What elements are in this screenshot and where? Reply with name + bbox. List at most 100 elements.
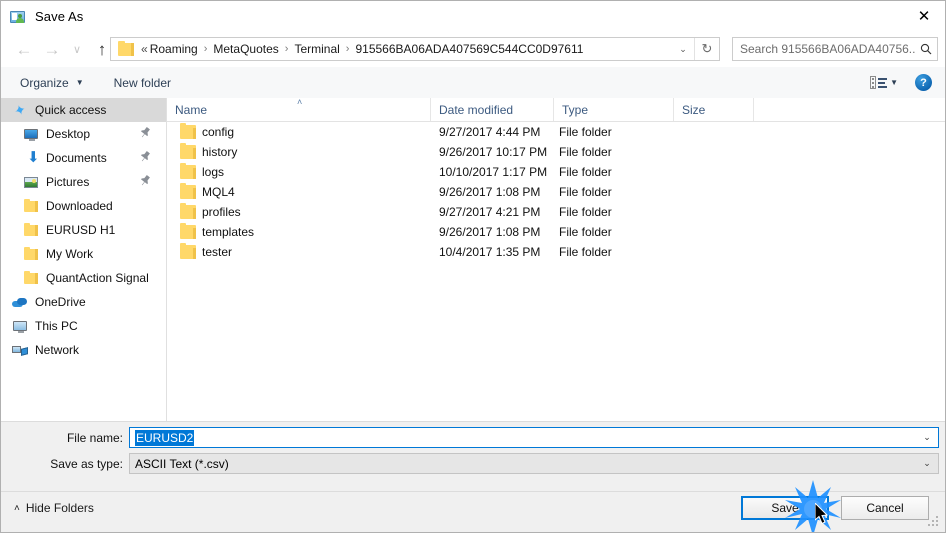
pin-icon[interactable] — [137, 174, 153, 191]
table-row[interactable]: templates 9/26/2017 1:08 PM File folder — [167, 222, 945, 242]
address-dropdown-button[interactable]: ⌄ — [672, 38, 694, 60]
breadcrumb-item-terminal[interactable]: Terminal — [294, 42, 339, 56]
sidebar-item-quantaction-signal[interactable]: QuantAction Signal — [1, 266, 166, 290]
chevron-down-icon[interactable]: ⌄ — [916, 432, 938, 443]
organize-menu-button[interactable]: Organize ▼ — [12, 72, 92, 94]
change-view-icon[interactable] — [870, 76, 888, 89]
desktop-icon — [24, 129, 38, 141]
search-input[interactable]: Search 915566BA06ADA40756... — [740, 42, 915, 56]
sidebar-list: ✦ Quick access Desktop ⬇ Documents Pictures Do… — [1, 98, 166, 362]
sidebar-item-documents[interactable]: ⬇ Documents — [1, 146, 166, 170]
file-name-input[interactable]: EURUSD2 — [135, 429, 195, 446]
table-row[interactable]: tester 10/4/2017 1:35 PM File folder — [167, 242, 945, 262]
chevron-up-icon: ˄ — [14, 502, 20, 514]
address-bar[interactable]: « Roaming › MetaQuotes › Terminal › 9155… — [110, 37, 720, 61]
view-options-chevron-icon[interactable]: ▼ — [890, 78, 898, 87]
breadcrumb-overflow-icon[interactable]: « — [134, 42, 150, 56]
breadcrumb-separator-icon: › — [345, 43, 350, 55]
folder-icon — [180, 163, 196, 179]
sidebar-item-onedrive[interactable]: OneDrive — [1, 290, 166, 314]
breadcrumb-item-roaming[interactable]: Roaming — [150, 42, 198, 56]
close-button[interactable]: ✕ — [901, 1, 945, 31]
window-title: Save As — [35, 9, 84, 24]
sort-ascending-icon: ˄ — [297, 98, 303, 107]
table-row[interactable]: profiles 9/27/2017 4:21 PM File folder — [167, 202, 945, 222]
help-icon: ? — [920, 76, 927, 89]
breadcrumb-item-instance-id[interactable]: 915566BA06ADA407569C544CC0D97611 — [355, 42, 583, 56]
save-as-dialog: Save As ✕ ← → ∨ ↑ « Roaming › MetaQuotes… — [0, 0, 946, 533]
forward-arrow-icon: → — [43, 39, 61, 59]
folder-icon — [180, 243, 196, 259]
save-button[interactable]: Save — [741, 496, 829, 520]
breadcrumb-item-metaquotes[interactable]: MetaQuotes — [213, 42, 278, 56]
column-header-name[interactable]: Name ˄ — [167, 98, 431, 121]
pin-icon[interactable] — [137, 150, 153, 167]
this-pc-icon — [12, 318, 28, 334]
this-pc-icon — [13, 321, 27, 333]
navigation-pane: ✦ Quick access Desktop ⬇ Documents Pictures Do… — [1, 98, 167, 421]
refresh-button[interactable]: ↻ — [694, 38, 719, 60]
forward-button[interactable]: → — [38, 37, 66, 63]
pictures-icon — [23, 174, 39, 190]
chevron-down-icon[interactable]: ⌄ — [916, 458, 938, 469]
date-modified-cell: 10/4/2017 1:35 PM — [439, 245, 541, 259]
type-cell: File folder — [559, 225, 612, 239]
cancel-button[interactable]: Cancel — [841, 496, 929, 520]
table-row[interactable]: config 9/27/2017 4:44 PM File folder — [167, 122, 945, 142]
date-modified-cell: 9/26/2017 1:08 PM — [439, 225, 541, 239]
resize-grip[interactable] — [928, 516, 941, 529]
sidebar-item-desktop[interactable]: Desktop — [1, 122, 166, 146]
recent-locations-button[interactable]: ∨ — [66, 37, 88, 63]
sidebar-item-pictures[interactable]: Pictures — [1, 170, 166, 194]
date-modified-cell: 9/27/2017 4:21 PM — [439, 205, 541, 219]
hide-folders-button[interactable]: ˄ Hide Folders — [14, 501, 94, 515]
back-button[interactable]: ← — [10, 37, 38, 63]
sidebar-item-label: My Work — [46, 247, 94, 261]
file-name-field[interactable]: EURUSD2 ⌄ — [129, 427, 939, 448]
column-headers: Name ˄ Date modified Type Size — [167, 98, 945, 122]
folder-icon — [24, 271, 38, 284]
sidebar-item-label: This PC — [35, 319, 78, 333]
folder-icon — [180, 143, 196, 159]
search-icon — [915, 43, 937, 55]
sidebar-item-label: Network — [35, 343, 80, 357]
back-arrow-icon: ← — [15, 39, 33, 59]
sidebar-item-eurusd-h1[interactable]: EURUSD H1 — [1, 218, 166, 242]
sidebar-item-this-pc[interactable]: This PC — [1, 314, 166, 338]
date-modified-cell: 9/26/2017 1:08 PM — [439, 185, 541, 199]
save-as-type-select[interactable]: ASCII Text (*.csv) ⌄ — [129, 453, 939, 474]
column-header-date-modified[interactable]: Date modified — [431, 98, 554, 121]
sidebar-item-downloaded[interactable]: Downloaded — [1, 194, 166, 218]
sidebar-item-network[interactable]: Network — [1, 338, 166, 362]
new-folder-button[interactable]: New folder — [106, 72, 179, 94]
column-header-type[interactable]: Type — [554, 98, 674, 121]
pin-icon[interactable] — [137, 126, 153, 143]
file-name-cell: history — [202, 145, 238, 159]
network-icon — [12, 342, 28, 358]
desktop-icon — [23, 126, 39, 142]
type-cell: File folder — [559, 145, 612, 159]
sidebar-item-my-work[interactable]: My Work — [1, 242, 166, 266]
breadcrumb-separator-icon: › — [284, 43, 289, 55]
table-row[interactable]: logs 10/10/2017 1:17 PM File folder — [167, 162, 945, 182]
folder-icon — [180, 223, 196, 239]
star-icon: ✦ — [12, 101, 28, 120]
folder-icon — [23, 222, 39, 238]
onedrive-icon — [12, 294, 28, 310]
column-header-type-label: Type — [562, 102, 589, 117]
table-row[interactable]: MQL4 9/26/2017 1:08 PM File folder — [167, 182, 945, 202]
sidebar-item-quick-access[interactable]: ✦ Quick access — [1, 98, 166, 122]
refresh-icon: ↻ — [701, 41, 713, 56]
search-box[interactable]: Search 915566BA06ADA40756... — [732, 37, 938, 61]
file-name-cell: MQL4 — [202, 185, 235, 199]
table-row[interactable]: history 9/26/2017 10:17 PM File folder — [167, 142, 945, 162]
column-header-size[interactable]: Size — [674, 98, 754, 121]
help-button[interactable]: ? — [915, 74, 932, 91]
close-icon: ✕ — [917, 7, 931, 25]
download-arrow-icon: ⬇ — [27, 149, 40, 166]
folder-icon — [118, 40, 134, 56]
file-name-cell: profiles — [202, 205, 241, 219]
pictures-icon — [24, 177, 38, 188]
sidebar-item-label: Desktop — [46, 127, 91, 141]
folder-icon — [24, 223, 38, 236]
